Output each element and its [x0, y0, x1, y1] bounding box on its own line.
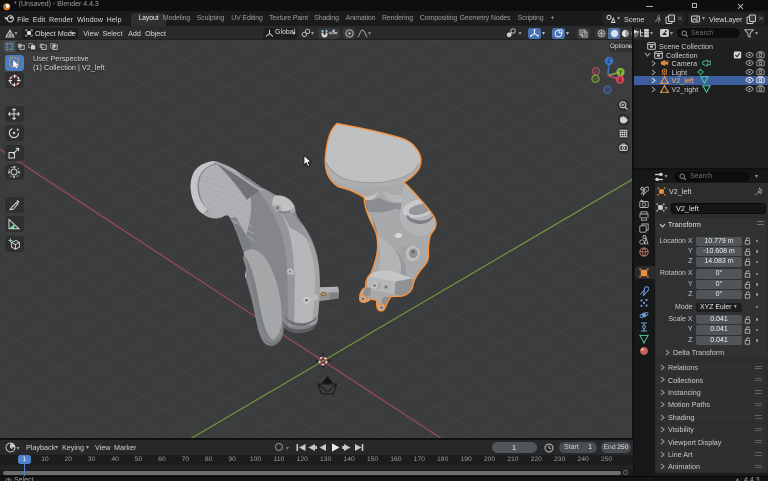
svg-text:Y: Y — [618, 70, 622, 76]
svg-text:Z: Z — [607, 59, 611, 65]
svg-text:X: X — [618, 78, 622, 84]
